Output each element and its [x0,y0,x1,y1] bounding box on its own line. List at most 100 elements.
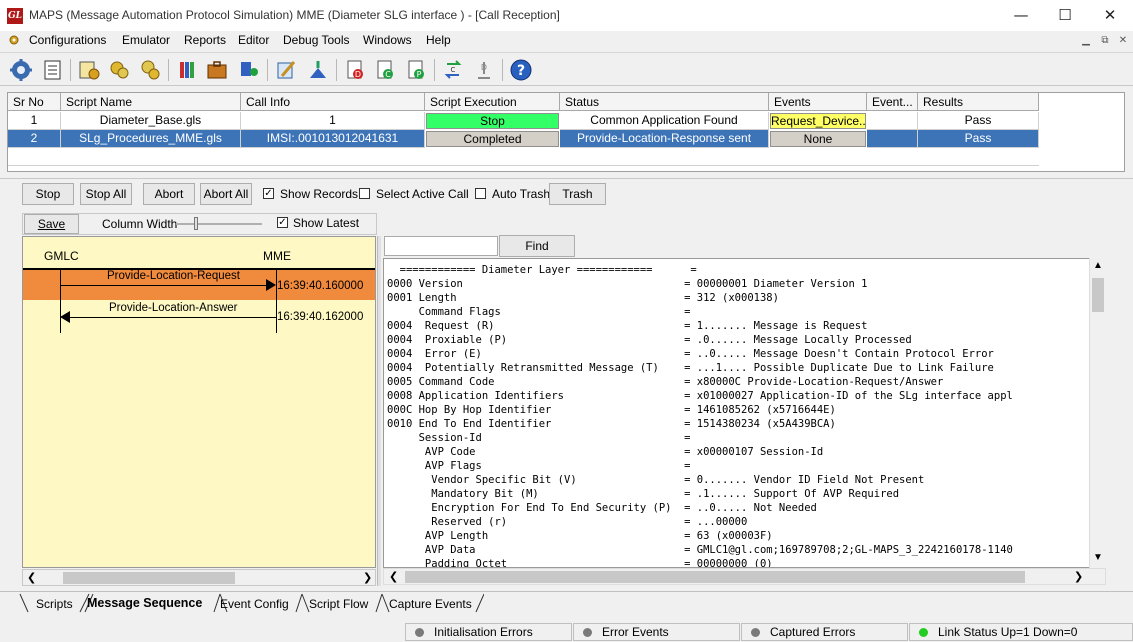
script-edit-icon[interactable] [77,58,101,82]
decode-line[interactable]: 0004 Error (E) = ..0..... Message Doesn'… [387,347,1087,361]
decode-hscrollbar[interactable]: ❮ ❯ [383,568,1106,585]
decode-line[interactable]: Vendor Specific Bit (V) = 0....... Vendo… [387,473,1087,487]
sequence-hscrollbar[interactable]: ❮ ❯ [22,569,376,586]
find-button[interactable]: Find [499,235,575,257]
scroll-right-icon[interactable]: ❯ [1074,570,1083,583]
mdi-system-menu-icon[interactable] [8,34,20,46]
call-transfer-icon[interactable]: C [441,58,465,82]
scroll-left-icon[interactable]: ❮ [27,571,36,584]
pane-splitter[interactable] [377,236,381,586]
scroll-left-icon[interactable]: ❮ [389,570,398,583]
decode-vscrollbar[interactable]: ▲ ▼ [1089,258,1106,568]
status-initialisation-errors[interactable]: Initialisation Errors [405,623,572,641]
tab-message-sequence[interactable]: Message Sequence [87,596,202,610]
decode-line[interactable]: 0010 End To End Identifier = 1514380234 … [387,417,1087,431]
user-database-icon[interactable] [237,58,261,82]
tab-capture-events[interactable]: Capture Events [389,597,472,611]
call-receive-icon[interactable] [139,58,163,82]
c-doc-icon[interactable]: C [374,58,398,82]
menu-editor[interactable]: Editor [238,33,269,47]
checklist-pencil-icon[interactable] [274,58,298,82]
help-icon[interactable]: ? [509,58,533,82]
execution-status-button[interactable]: Completed [426,131,559,147]
menu-debug-tools[interactable]: Debug Tools [283,33,350,47]
message-label[interactable]: Provide-Location-Request [107,270,240,282]
p-doc-icon[interactable]: P [405,58,429,82]
decode-line[interactable]: 0004 Request (R) = 1....... Message is R… [387,319,1087,333]
column-width-slider-thumb[interactable] [194,217,198,230]
scroll-up-icon[interactable]: ▲ [1093,260,1103,271]
events-button[interactable]: None [770,131,866,147]
scroll-down-icon[interactable]: ▼ [1093,552,1103,563]
message-label[interactable]: Provide-Location-Answer [109,302,237,314]
menu-emulator[interactable]: Emulator [122,33,170,47]
menu-windows[interactable]: Windows [363,33,412,47]
col-header-script-execution[interactable]: Script Execution [425,93,560,111]
network-tools-icon[interactable] [306,58,330,82]
disconnect-icon[interactable]: D [472,58,496,82]
find-input[interactable] [384,236,498,256]
column-width-slider-track[interactable] [176,223,262,225]
minimize-icon[interactable]: — [998,0,1044,31]
abort-all-button[interactable]: Abort All [200,183,252,205]
decode-line[interactable]: AVP Flags = [387,459,1087,473]
maximize-icon[interactable]: ☐ [1042,0,1088,31]
profile-books-icon[interactable] [175,58,199,82]
show-latest-checkbox[interactable]: ✓ [277,217,288,228]
col-header-call-info[interactable]: Call Info [241,93,425,111]
decode-line[interactable]: Reserved (r) = ...00000 [387,515,1087,529]
mdi-minimize-icon[interactable]: ▁ [1079,35,1093,47]
status-error-events[interactable]: Error Events [573,623,740,641]
mdi-close-icon[interactable]: ✕ [1116,35,1130,47]
decode-line[interactable]: 0000 Version = 00000001 Diameter Version… [387,277,1087,291]
tab-scripts[interactable]: Scripts [36,597,73,611]
decode-line[interactable]: 0004 Proxiable (P) = .0...... Message Lo… [387,333,1087,347]
auto-trash-checkbox[interactable] [475,188,486,199]
col-header-sr-no[interactable]: Sr No [8,93,61,111]
decode-line[interactable]: Command Flags = [387,305,1087,319]
decode-line[interactable]: AVP Length = 63 (x00003F) [387,529,1087,543]
settings-gear-icon[interactable] [9,58,33,82]
decode-line[interactable]: 0005 Command Code = x80000C Provide-Loca… [387,375,1087,389]
decode-line[interactable]: Mandatory Bit (M) = .1...... Support Of … [387,487,1087,501]
d-doc-icon[interactable]: D [344,58,368,82]
trash-button[interactable]: Trash [549,183,606,205]
decode-line[interactable]: ============ Diameter Layer ============… [387,263,1087,277]
abort-button[interactable]: Abort [143,183,195,205]
decode-line[interactable]: AVP Code = x00000107 Session-Id [387,445,1087,459]
decode-line[interactable]: 000C Hop By Hop Identifier = 1461085262 … [387,403,1087,417]
col-header-results[interactable]: Results [918,93,1039,111]
status-captured-errors[interactable]: Captured Errors [741,623,908,641]
tab-event-config[interactable]: Event Config [220,597,289,611]
briefcase-icon[interactable] [205,58,229,82]
scroll-thumb[interactable] [405,571,1025,583]
stop-execution-button[interactable]: Stop [426,113,559,129]
save-button[interactable]: Save [24,214,79,234]
menu-reports[interactable]: Reports [184,33,226,47]
call-generate-icon[interactable] [108,58,132,82]
close-icon[interactable]: ✕ [1087,0,1133,31]
decode-line[interactable]: 0008 Application Identifiers = x01000027… [387,389,1087,403]
notes-icon[interactable] [41,58,65,82]
mdi-restore-icon[interactable]: ⧉ [1098,35,1112,47]
decode-line[interactable]: Encryption For End To End Security (P) =… [387,501,1087,515]
stop-button[interactable]: Stop [22,183,74,205]
scroll-thumb[interactable] [1092,278,1104,312]
col-header-event-2[interactable]: Event... [867,93,918,111]
col-header-script-name[interactable]: Script Name [61,93,241,111]
events-button[interactable]: Request_Device... [770,113,866,129]
scroll-right-icon[interactable]: ❯ [363,571,372,584]
scroll-thumb[interactable] [63,572,235,584]
menu-configurations[interactable]: Configurations [29,33,106,47]
select-active-call-checkbox[interactable] [359,188,370,199]
decode-line[interactable]: Session-Id = [387,431,1087,445]
decode-line[interactable]: 0004 Potentially Retransmitted Message (… [387,361,1087,375]
decode-line[interactable]: Padding Octet = 00000000 (0) [387,557,1087,567]
decode-line[interactable]: AVP Data = GMLC1@gl.com;169789708;2;GL-M… [387,543,1087,557]
col-header-events[interactable]: Events [769,93,867,111]
tab-script-flow[interactable]: Script Flow [309,597,368,611]
col-header-status[interactable]: Status [560,93,769,111]
show-records-checkbox[interactable]: ✓ [263,188,274,199]
menu-help[interactable]: Help [426,33,451,47]
decode-line[interactable]: 0001 Length = 312 (x000138) [387,291,1087,305]
